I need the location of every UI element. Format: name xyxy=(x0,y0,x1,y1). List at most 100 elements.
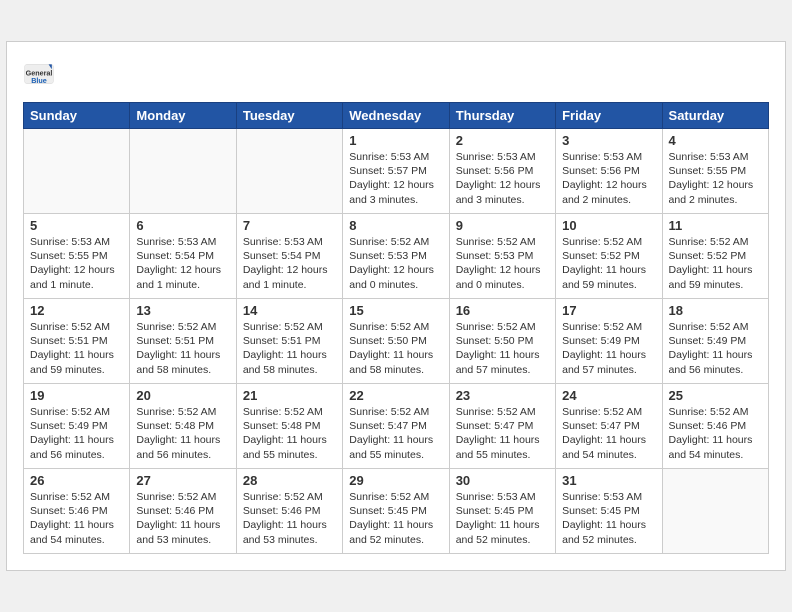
calendar-day-cell: 19Sunrise: 5:52 AM Sunset: 5:49 PM Dayli… xyxy=(24,384,130,469)
calendar-week-row: 12 Sunrise: 5:52 AM Sunset: 5:51 PM Dayli… xyxy=(24,299,769,384)
day-info: Sunrise: 5:52 AM Sunset: 5:53 PM Dayligh… xyxy=(456,235,549,292)
day-number: 12 xyxy=(30,303,123,318)
day-info: Sunrise: 5:52 AM Sunset: 5:49 PM Dayligh… xyxy=(562,320,655,377)
day-info: Sunrise: 5:52 AM Sunset: 5:50 PM Dayligh… xyxy=(349,320,442,377)
day-number: 14 xyxy=(243,303,336,318)
calendar-day-cell: 12 Sunrise: 5:52 AM Sunset: 5:51 PM Dayli… xyxy=(24,299,130,384)
calendar-week-row: 1 Sunrise: 5:53 AM Sunset: 5:57 PM Daylig… xyxy=(24,129,769,214)
day-number: 19 xyxy=(30,388,123,403)
calendar-day-cell: 3 Sunrise: 5:53 AM Sunset: 5:56 PM Daylig… xyxy=(556,129,662,214)
weekday-header-row: SundayMondayTuesdayWednesdayThursdayFrid… xyxy=(24,103,769,129)
calendar-day-cell: 13 Sunrise: 5:52 AM Sunset: 5:51 PM Dayli… xyxy=(130,299,236,384)
calendar-day-cell: 28 Sunrise: 5:52 AM Sunset: 5:46 PM Dayli… xyxy=(236,469,342,554)
day-info: Sunrise: 5:52 AM Sunset: 5:53 PM Dayligh… xyxy=(349,235,442,292)
day-info: Sunrise: 5:52 AM Sunset: 5:47 PM Dayligh… xyxy=(562,405,655,462)
calendar-day-cell xyxy=(130,129,236,214)
day-number: 20 xyxy=(136,388,229,403)
weekday-header-cell: Monday xyxy=(130,103,236,129)
calendar-day-cell xyxy=(236,129,342,214)
weekday-header-cell: Friday xyxy=(556,103,662,129)
calendar-week-row: 5 Sunrise: 5:53 AM Sunset: 5:55 PM Daylig… xyxy=(24,214,769,299)
calendar-day-cell: 9Sunrise: 5:52 AM Sunset: 5:53 PM Daylig… xyxy=(449,214,555,299)
calendar-day-cell: 5 Sunrise: 5:53 AM Sunset: 5:55 PM Daylig… xyxy=(24,214,130,299)
day-info: Sunrise: 5:53 AM Sunset: 5:55 PM Dayligh… xyxy=(30,235,123,292)
calendar-day-cell: 2Sunrise: 5:53 AM Sunset: 5:56 PM Daylig… xyxy=(449,129,555,214)
calendar-week-row: 19Sunrise: 5:52 AM Sunset: 5:49 PM Dayli… xyxy=(24,384,769,469)
day-info: Sunrise: 5:53 AM Sunset: 5:54 PM Dayligh… xyxy=(243,235,336,292)
weekday-header-cell: Wednesday xyxy=(343,103,449,129)
day-info: Sunrise: 5:52 AM Sunset: 5:46 PM Dayligh… xyxy=(243,490,336,547)
calendar-day-cell: 17 Sunrise: 5:52 AM Sunset: 5:49 PM Dayli… xyxy=(556,299,662,384)
weekday-header-cell: Thursday xyxy=(449,103,555,129)
calendar-day-cell: 31Sunrise: 5:53 AM Sunset: 5:45 PM Dayli… xyxy=(556,469,662,554)
day-number: 17 xyxy=(562,303,655,318)
calendar-header: General Blue xyxy=(23,58,769,90)
day-info: Sunrise: 5:52 AM Sunset: 5:51 PM Dayligh… xyxy=(243,320,336,377)
day-number: 24 xyxy=(562,388,655,403)
day-info: Sunrise: 5:52 AM Sunset: 5:52 PM Dayligh… xyxy=(669,235,762,292)
calendar-day-cell: 8 Sunrise: 5:52 AM Sunset: 5:53 PM Daylig… xyxy=(343,214,449,299)
day-info: Sunrise: 5:52 AM Sunset: 5:46 PM Dayligh… xyxy=(136,490,229,547)
calendar-day-cell: 22 Sunrise: 5:52 AM Sunset: 5:47 PM Dayli… xyxy=(343,384,449,469)
day-info: Sunrise: 5:52 AM Sunset: 5:51 PM Dayligh… xyxy=(30,320,123,377)
weekday-header-cell: Sunday xyxy=(24,103,130,129)
weekday-header-cell: Tuesday xyxy=(236,103,342,129)
day-info: Sunrise: 5:53 AM Sunset: 5:45 PM Dayligh… xyxy=(562,490,655,547)
svg-text:Blue: Blue xyxy=(31,76,47,85)
day-number: 26 xyxy=(30,473,123,488)
logo: General Blue xyxy=(23,58,55,90)
day-number: 23 xyxy=(456,388,549,403)
calendar-day-cell: 30 Sunrise: 5:53 AM Sunset: 5:45 PM Dayli… xyxy=(449,469,555,554)
calendar-week-row: 26 Sunrise: 5:52 AM Sunset: 5:46 PM Dayli… xyxy=(24,469,769,554)
day-info: Sunrise: 5:53 AM Sunset: 5:56 PM Dayligh… xyxy=(562,150,655,207)
calendar-day-cell: 24 Sunrise: 5:52 AM Sunset: 5:47 PM Dayli… xyxy=(556,384,662,469)
calendar-day-cell: 27 Sunrise: 5:52 AM Sunset: 5:46 PM Dayli… xyxy=(130,469,236,554)
day-number: 27 xyxy=(136,473,229,488)
calendar-day-cell xyxy=(662,469,768,554)
day-info: Sunrise: 5:53 AM Sunset: 5:45 PM Dayligh… xyxy=(456,490,549,547)
day-number: 28 xyxy=(243,473,336,488)
day-info: Sunrise: 5:52 AM Sunset: 5:51 PM Dayligh… xyxy=(136,320,229,377)
day-number: 30 xyxy=(456,473,549,488)
day-number: 7 xyxy=(243,218,336,233)
calendar-day-cell: 15Sunrise: 5:52 AM Sunset: 5:50 PM Dayli… xyxy=(343,299,449,384)
logo-icon: General Blue xyxy=(23,58,55,90)
day-info: Sunrise: 5:52 AM Sunset: 5:49 PM Dayligh… xyxy=(669,320,762,377)
day-number: 10 xyxy=(562,218,655,233)
day-info: Sunrise: 5:52 AM Sunset: 5:48 PM Dayligh… xyxy=(243,405,336,462)
calendar-day-cell: 18Sunrise: 5:52 AM Sunset: 5:49 PM Dayli… xyxy=(662,299,768,384)
day-number: 4 xyxy=(669,133,762,148)
calendar-container: General Blue SundayMondayTuesdayWednesda… xyxy=(6,41,786,571)
calendar-day-cell: 16 Sunrise: 5:52 AM Sunset: 5:50 PM Dayli… xyxy=(449,299,555,384)
day-number: 16 xyxy=(456,303,549,318)
day-number: 29 xyxy=(349,473,442,488)
calendar-day-cell: 14 Sunrise: 5:52 AM Sunset: 5:51 PM Dayli… xyxy=(236,299,342,384)
calendar-day-cell: 25Sunrise: 5:52 AM Sunset: 5:46 PM Dayli… xyxy=(662,384,768,469)
calendar-table: SundayMondayTuesdayWednesdayThursdayFrid… xyxy=(23,102,769,554)
calendar-day-cell: 1 Sunrise: 5:53 AM Sunset: 5:57 PM Daylig… xyxy=(343,129,449,214)
day-info: Sunrise: 5:52 AM Sunset: 5:47 PM Dayligh… xyxy=(349,405,442,462)
calendar-day-cell: 7 Sunrise: 5:53 AM Sunset: 5:54 PM Daylig… xyxy=(236,214,342,299)
day-number: 21 xyxy=(243,388,336,403)
calendar-day-cell: 21 Sunrise: 5:52 AM Sunset: 5:48 PM Dayli… xyxy=(236,384,342,469)
day-number: 1 xyxy=(349,133,442,148)
calendar-day-cell: 29 Sunrise: 5:52 AM Sunset: 5:45 PM Dayli… xyxy=(343,469,449,554)
day-info: Sunrise: 5:52 AM Sunset: 5:48 PM Dayligh… xyxy=(136,405,229,462)
day-number: 13 xyxy=(136,303,229,318)
day-info: Sunrise: 5:53 AM Sunset: 5:56 PM Dayligh… xyxy=(456,150,549,207)
day-number: 8 xyxy=(349,218,442,233)
calendar-day-cell: 10Sunrise: 5:52 AM Sunset: 5:52 PM Dayli… xyxy=(556,214,662,299)
day-number: 3 xyxy=(562,133,655,148)
day-number: 5 xyxy=(30,218,123,233)
day-info: Sunrise: 5:52 AM Sunset: 5:45 PM Dayligh… xyxy=(349,490,442,547)
calendar-day-cell xyxy=(24,129,130,214)
calendar-day-cell: 23 Sunrise: 5:52 AM Sunset: 5:47 PM Dayli… xyxy=(449,384,555,469)
calendar-day-cell: 4Sunrise: 5:53 AM Sunset: 5:55 PM Daylig… xyxy=(662,129,768,214)
calendar-day-cell: 6Sunrise: 5:53 AM Sunset: 5:54 PM Daylig… xyxy=(130,214,236,299)
day-number: 22 xyxy=(349,388,442,403)
day-info: Sunrise: 5:52 AM Sunset: 5:46 PM Dayligh… xyxy=(30,490,123,547)
day-info: Sunrise: 5:52 AM Sunset: 5:47 PM Dayligh… xyxy=(456,405,549,462)
calendar-body: 1 Sunrise: 5:53 AM Sunset: 5:57 PM Daylig… xyxy=(24,129,769,554)
day-info: Sunrise: 5:52 AM Sunset: 5:50 PM Dayligh… xyxy=(456,320,549,377)
day-info: Sunrise: 5:53 AM Sunset: 5:57 PM Dayligh… xyxy=(349,150,442,207)
